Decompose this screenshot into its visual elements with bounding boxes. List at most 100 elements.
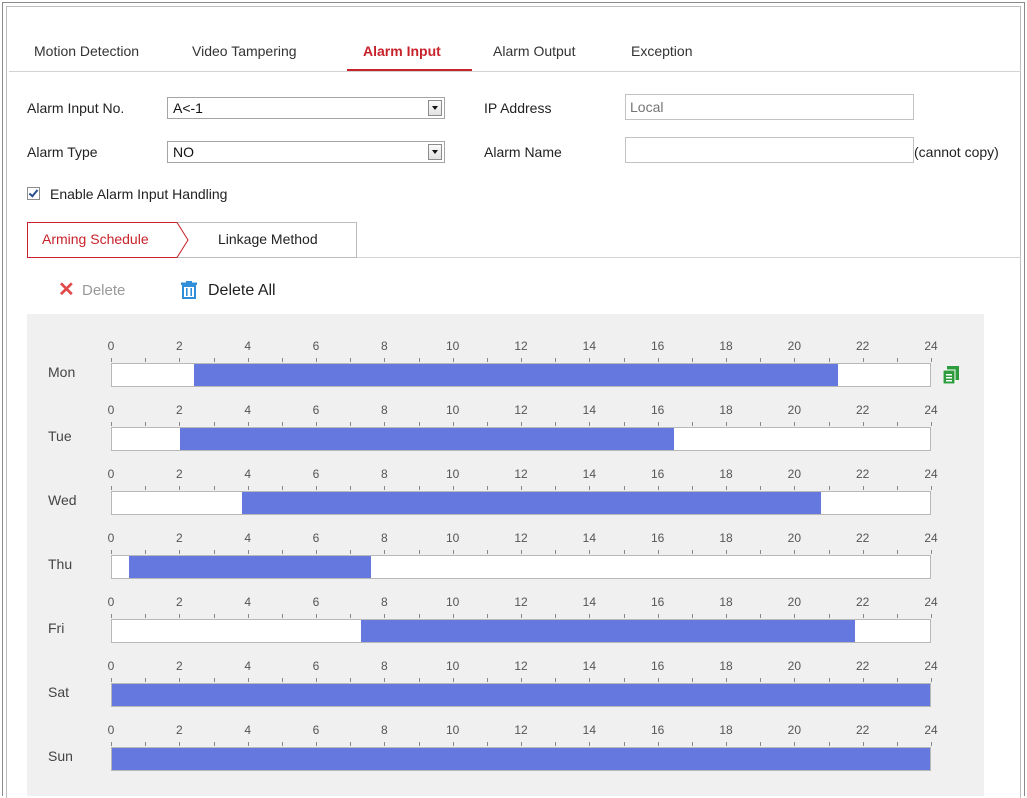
day-label-sun: Sun [48,748,73,764]
tab-motion-detection[interactable]: Motion Detection [34,43,139,59]
schedule-segment[interactable] [360,620,855,642]
schedule-track-sat[interactable] [111,683,931,707]
hour-tick [863,678,864,682]
schedule-segment[interactable] [129,556,372,578]
hour-tick [521,358,522,362]
schedule-track-mon[interactable] [111,363,931,387]
hour-label: 14 [582,467,596,481]
hour-tick [794,742,795,746]
schedule-segment[interactable] [112,748,930,770]
hour-tick [521,614,522,618]
hour-label: 6 [312,595,320,609]
hour-tick [624,422,625,426]
schedule-track-sun[interactable] [111,747,931,771]
hour-label: 6 [312,723,320,737]
hour-label: 24 [924,467,938,481]
ip-address-label: IP Address [484,100,552,116]
hour-label: 8 [380,339,388,353]
hour-tick [760,486,761,490]
day-label-mon: Mon [48,364,76,380]
day-label-tue: Tue [48,428,72,444]
tab-alarm-output[interactable]: Alarm Output [493,43,575,59]
hour-tick [521,486,522,490]
hour-label: 6 [312,467,320,481]
hour-label: 16 [650,467,665,481]
hour-label: 14 [582,659,596,673]
sub-tab-divider [357,257,1021,258]
hour-label: 16 [650,723,665,737]
tab-linkage-method[interactable]: Linkage Method [188,222,357,258]
hour-label: 6 [312,339,320,353]
tab-arming-schedule[interactable]: Arming Schedule [27,222,189,258]
hour-tick [214,742,215,746]
hour-tick [726,422,727,426]
hour-tick [760,422,761,426]
hour-tick [350,614,351,618]
hour-tick [179,678,180,682]
hour-tick [487,614,488,618]
hour-label: 10 [445,723,460,737]
hour-label: 0 [107,595,115,609]
hour-tick [658,550,659,554]
hour-tick [316,678,317,682]
hour-tick [692,422,693,426]
hour-label: 20 [787,531,801,545]
hour-tick [624,614,625,618]
schedule-segment[interactable] [241,492,821,514]
hour-tick [931,550,932,554]
hour-tick [214,550,215,554]
hour-label: 4 [244,595,251,609]
alarm-input-no-select[interactable]: A<-1 [167,97,445,119]
hour-label: 4 [244,723,251,737]
hour-label: 22 [855,723,870,737]
hour-tick [248,486,249,490]
enable-alarm-input-checkbox[interactable] [27,187,40,200]
hour-tick [521,678,522,682]
tab-exception[interactable]: Exception [631,43,692,59]
hour-tick [453,422,454,426]
hour-tick [179,358,180,362]
delete-all-label: Delete All [208,282,276,299]
hour-tick [555,358,556,362]
hour-label: 10 [445,659,460,673]
hour-label: 20 [787,723,801,737]
tab-alarm-input[interactable]: Alarm Input [363,43,441,59]
alarm-type-select[interactable]: NO [167,141,445,163]
schedule-segment[interactable] [193,364,838,386]
hour-tick [111,550,112,554]
schedule-track-fri[interactable] [111,619,931,643]
hour-tick [897,550,898,554]
hour-tick [111,678,112,682]
hour-tick [487,422,488,426]
schedule-track-tue[interactable] [111,427,931,451]
chevron-down-icon [428,144,442,160]
hour-tick [521,742,522,746]
schedule-segment[interactable] [112,684,930,706]
hour-tick [214,486,215,490]
alarm-name-field[interactable] [625,137,914,163]
hour-label: 0 [107,403,115,417]
hour-label: 2 [175,467,183,481]
schedule-segment[interactable] [180,428,675,450]
hour-tick [658,742,659,746]
hour-label: 4 [244,403,251,417]
hour-tick [931,614,932,618]
hour-label: 14 [582,723,596,737]
hour-label: 18 [719,723,733,737]
hour-tick [589,486,590,490]
hour-tick [726,486,727,490]
hour-label: 20 [787,595,801,609]
hour-tick [282,422,283,426]
hour-tick [419,358,420,362]
hour-tick [248,422,249,426]
schedule-track-thu[interactable] [111,555,931,579]
hour-tick [350,486,351,490]
hour-tick [419,678,420,682]
tab-video-tampering[interactable]: Video Tampering [192,43,297,59]
schedule-track-wed[interactable] [111,491,931,515]
close-icon: ✕ [58,279,75,301]
ip-address-field[interactable] [625,94,914,120]
hour-tick [179,614,180,618]
copy-icon[interactable] [942,366,959,385]
hour-tick [555,550,556,554]
